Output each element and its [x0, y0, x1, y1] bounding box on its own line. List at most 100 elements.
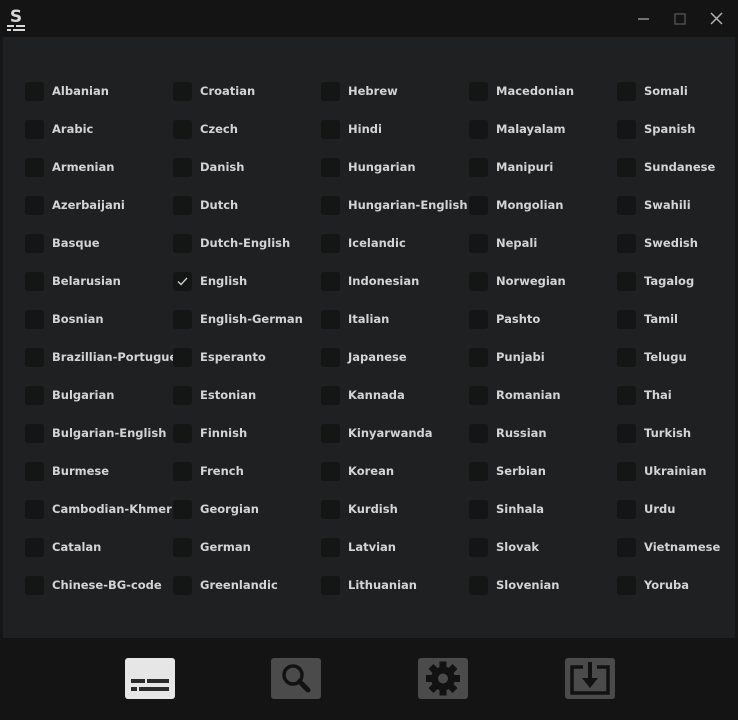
language-checkbox[interactable]: [617, 271, 636, 291]
language-option[interactable]: Vietnamese: [617, 528, 731, 566]
language-checkbox[interactable]: [25, 119, 44, 139]
language-option[interactable]: Kurdish: [321, 490, 469, 528]
language-option[interactable]: Nepali: [469, 224, 617, 262]
language-checkbox[interactable]: [469, 233, 488, 253]
language-option[interactable]: Urdu: [617, 490, 731, 528]
language-option[interactable]: Danish: [173, 148, 321, 186]
language-checkbox[interactable]: [321, 81, 340, 101]
language-checkbox[interactable]: [173, 385, 192, 405]
language-option[interactable]: English: [173, 262, 321, 300]
language-option[interactable]: Malayalam: [469, 110, 617, 148]
language-option[interactable]: Telugu: [617, 338, 731, 376]
language-option[interactable]: English-German: [173, 300, 321, 338]
language-checkbox[interactable]: [617, 499, 636, 519]
language-checkbox[interactable]: [469, 157, 488, 177]
language-checkbox[interactable]: [469, 309, 488, 329]
language-checkbox[interactable]: [173, 195, 192, 215]
language-checkbox[interactable]: [617, 423, 636, 443]
language-checkbox[interactable]: [617, 309, 636, 329]
language-checkbox[interactable]: [25, 157, 44, 177]
language-option[interactable]: French: [173, 452, 321, 490]
search-button[interactable]: [271, 658, 321, 699]
language-option[interactable]: Slovenian: [469, 566, 617, 604]
language-checkbox[interactable]: [173, 461, 192, 481]
language-option[interactable]: Spanish: [617, 110, 731, 148]
language-checkbox[interactable]: [25, 233, 44, 253]
language-option[interactable]: Tagalog: [617, 262, 731, 300]
language-checkbox[interactable]: [25, 347, 44, 367]
language-option[interactable]: Estonian: [173, 376, 321, 414]
language-checkbox[interactable]: [321, 575, 340, 595]
language-checkbox[interactable]: [173, 537, 192, 557]
language-option[interactable]: Serbian: [469, 452, 617, 490]
language-checkbox[interactable]: [617, 575, 636, 595]
subtitles-button[interactable]: [125, 658, 175, 699]
language-checkbox[interactable]: [469, 119, 488, 139]
language-checkbox[interactable]: [25, 81, 44, 101]
language-checkbox[interactable]: [25, 195, 44, 215]
language-option[interactable]: Hindi: [321, 110, 469, 148]
settings-button[interactable]: [418, 658, 468, 699]
language-option[interactable]: Bulgarian: [25, 376, 173, 414]
language-checkbox[interactable]: [469, 423, 488, 443]
language-checkbox[interactable]: [321, 271, 340, 291]
language-option[interactable]: Arabic: [25, 110, 173, 148]
language-option[interactable]: Icelandic: [321, 224, 469, 262]
language-checkbox[interactable]: [173, 347, 192, 367]
language-checkbox[interactable]: [321, 195, 340, 215]
language-option[interactable]: Croatian: [173, 72, 321, 110]
language-option[interactable]: Finnish: [173, 414, 321, 452]
language-option[interactable]: Romanian: [469, 376, 617, 414]
language-checkbox[interactable]: [469, 195, 488, 215]
language-option[interactable]: Basque: [25, 224, 173, 262]
language-option[interactable]: Mongolian: [469, 186, 617, 224]
language-checkbox[interactable]: [321, 347, 340, 367]
language-option[interactable]: Armenian: [25, 148, 173, 186]
language-checkbox[interactable]: [173, 157, 192, 177]
language-checkbox[interactable]: [173, 499, 192, 519]
language-option[interactable]: Yoruba: [617, 566, 731, 604]
language-checkbox[interactable]: [617, 537, 636, 557]
close-icon[interactable]: [706, 8, 728, 30]
language-option[interactable]: Punjabi: [469, 338, 617, 376]
language-option[interactable]: Macedonian: [469, 72, 617, 110]
language-checkbox[interactable]: [173, 119, 192, 139]
language-checkbox[interactable]: [469, 499, 488, 519]
language-option[interactable]: Indonesian: [321, 262, 469, 300]
language-checkbox[interactable]: [617, 195, 636, 215]
language-option[interactable]: Bosnian: [25, 300, 173, 338]
language-checkbox[interactable]: [469, 537, 488, 557]
language-checkbox[interactable]: [173, 309, 192, 329]
language-option[interactable]: Norwegian: [469, 262, 617, 300]
language-option[interactable]: Thai: [617, 376, 731, 414]
language-checkbox[interactable]: [321, 385, 340, 405]
language-option[interactable]: Sundanese: [617, 148, 731, 186]
language-checkbox[interactable]: [173, 233, 192, 253]
language-option[interactable]: Manipuri: [469, 148, 617, 186]
language-option[interactable]: Latvian: [321, 528, 469, 566]
language-option[interactable]: Azerbaijani: [25, 186, 173, 224]
language-checkbox[interactable]: [617, 157, 636, 177]
language-option[interactable]: Pashto: [469, 300, 617, 338]
language-checkbox[interactable]: [173, 271, 192, 291]
language-option[interactable]: Greenlandic: [173, 566, 321, 604]
language-checkbox[interactable]: [321, 461, 340, 481]
language-option[interactable]: Ukrainian: [617, 452, 731, 490]
language-option[interactable]: Hebrew: [321, 72, 469, 110]
language-option[interactable]: Bulgarian-English: [25, 414, 173, 452]
language-checkbox[interactable]: [25, 499, 44, 519]
language-checkbox[interactable]: [321, 499, 340, 519]
language-option[interactable]: Tamil: [617, 300, 731, 338]
language-option[interactable]: Albanian: [25, 72, 173, 110]
language-checkbox[interactable]: [617, 385, 636, 405]
language-checkbox[interactable]: [25, 385, 44, 405]
language-checkbox[interactable]: [469, 385, 488, 405]
language-checkbox[interactable]: [469, 461, 488, 481]
language-option[interactable]: Japanese: [321, 338, 469, 376]
language-checkbox[interactable]: [173, 423, 192, 443]
language-checkbox[interactable]: [321, 119, 340, 139]
language-checkbox[interactable]: [321, 157, 340, 177]
language-checkbox[interactable]: [617, 347, 636, 367]
language-option[interactable]: Turkish: [617, 414, 731, 452]
language-option[interactable]: Italian: [321, 300, 469, 338]
